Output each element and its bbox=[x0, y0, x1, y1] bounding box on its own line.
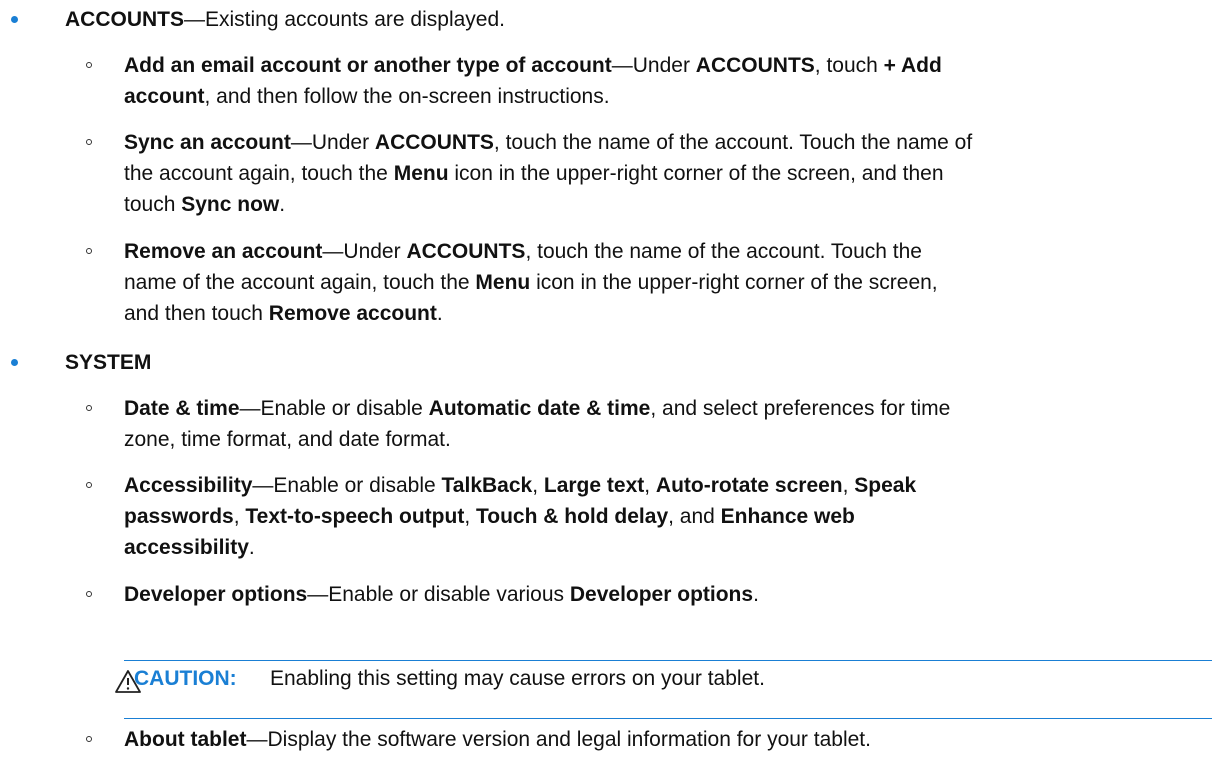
bold-run: ACCOUNTS bbox=[374, 131, 494, 154]
text-run: zone, time format, and date format. bbox=[124, 428, 451, 451]
system-title: SYSTEM bbox=[65, 351, 152, 374]
sub-bullet bbox=[86, 139, 92, 145]
accessibility-term: Accessibility bbox=[124, 474, 253, 497]
accounts-desc: —Existing accounts are displayed. bbox=[184, 8, 505, 31]
system-text: SYSTEM bbox=[65, 347, 151, 378]
text-run: and then touch bbox=[124, 302, 269, 325]
sub-bullet bbox=[86, 62, 92, 68]
sub-bullet bbox=[86, 248, 92, 254]
text-run: . bbox=[436, 302, 443, 325]
date-time-text: Date & time—Enable or disable Automatic … bbox=[124, 393, 1124, 455]
text-run: , touch the name of the account. Touch t… bbox=[493, 131, 973, 154]
sync-account-term: Sync an account bbox=[124, 131, 291, 154]
about-tablet-desc: —Display the software version and legal … bbox=[246, 728, 871, 751]
bold-run: Large text bbox=[543, 474, 645, 497]
date-time-term: Date & time bbox=[124, 397, 240, 420]
remove-account-term: Remove an account bbox=[124, 240, 323, 263]
text-run: , touch bbox=[814, 54, 884, 77]
bold-run: + Add bbox=[883, 54, 942, 77]
bold-run: account bbox=[124, 85, 205, 108]
caution-box: CAUTION: Enabling this setting may cause… bbox=[115, 660, 1212, 719]
bold-run: Automatic date & time bbox=[428, 397, 651, 420]
bold-run: Text-to-speech output bbox=[245, 505, 465, 528]
sub-bullet bbox=[86, 591, 92, 597]
text-run: icon in the upper-right corner of the sc… bbox=[448, 162, 944, 185]
text-run: —Enable or disable various bbox=[307, 583, 570, 606]
sync-account-text: Sync an account—Under ACCOUNTS, touch th… bbox=[124, 127, 1124, 220]
sub-bullet bbox=[86, 405, 92, 411]
bullet-dot bbox=[11, 16, 18, 23]
developer-options-term: Developer options bbox=[124, 583, 308, 606]
text-run: —Enable or disable bbox=[252, 474, 442, 497]
bold-run: Developer options bbox=[569, 583, 754, 606]
bold-run: ACCOUNTS bbox=[695, 54, 815, 77]
document-page: ACCOUNTS—Existing accounts are displayed… bbox=[0, 0, 1222, 758]
text-run: , and then follow the on-screen instruct… bbox=[204, 85, 610, 108]
text-run: icon in the upper-right corner of the sc… bbox=[530, 271, 938, 294]
text-run: , touch the name of the account. Touch t… bbox=[525, 240, 922, 263]
bold-run: ACCOUNTS bbox=[406, 240, 526, 263]
bold-run: accessibility bbox=[124, 536, 249, 559]
text-run: —Enable or disable bbox=[239, 397, 429, 420]
add-account-text: Add an email account or another type of … bbox=[124, 50, 1124, 112]
caution-message: Enabling this setting may cause errors o… bbox=[270, 667, 765, 690]
bold-run: Touch & hold delay bbox=[476, 505, 669, 528]
text-run: , and bbox=[668, 505, 721, 528]
remove-account-text: Remove an account—Under ACCOUNTS, touch … bbox=[124, 236, 1124, 329]
text-run: , bbox=[233, 505, 246, 528]
sub-bullet bbox=[86, 736, 92, 742]
developer-options-text: Developer options—Enable or disable vari… bbox=[124, 579, 1124, 610]
bold-run: Remove account bbox=[268, 302, 437, 325]
caution-label: CAUTION: bbox=[134, 667, 237, 690]
bold-run: Speak bbox=[854, 474, 917, 497]
text-run: , and select preferences for time bbox=[650, 397, 951, 420]
text-run: name of the account again, touch the bbox=[124, 271, 476, 294]
about-tablet-text: About tablet—Display the software versio… bbox=[124, 724, 1124, 755]
text-run: , bbox=[842, 474, 855, 497]
text-run: the account again, touch the bbox=[124, 162, 394, 185]
accessibility-text: Accessibility—Enable or disable TalkBack… bbox=[124, 470, 1124, 563]
text-run: , bbox=[644, 474, 656, 497]
text-run: , bbox=[532, 474, 544, 497]
text-run: —Under bbox=[611, 54, 696, 77]
bold-run: passwords bbox=[124, 505, 234, 528]
bold-run: Menu bbox=[393, 162, 449, 185]
bold-run: TalkBack bbox=[441, 474, 533, 497]
add-account-term: Add an email account or another type of … bbox=[124, 54, 612, 77]
bold-run: Menu bbox=[475, 271, 531, 294]
text-run: . bbox=[279, 193, 286, 216]
text-run: —Under bbox=[290, 131, 375, 154]
bold-run: Auto-rotate screen bbox=[655, 474, 843, 497]
bold-run: Enhance web bbox=[720, 505, 855, 528]
sub-bullet bbox=[86, 482, 92, 488]
text-run: —Under bbox=[322, 240, 407, 263]
bullet-dot bbox=[11, 359, 18, 366]
about-tablet-term: About tablet bbox=[124, 728, 247, 751]
accounts-text: ACCOUNTS—Existing accounts are displayed… bbox=[65, 4, 505, 35]
accounts-title: ACCOUNTS bbox=[65, 8, 184, 31]
text-run: , bbox=[464, 505, 476, 528]
text-run: touch bbox=[124, 193, 182, 216]
text-run: . bbox=[248, 536, 255, 559]
bold-run: Sync now bbox=[181, 193, 280, 216]
text-run: . bbox=[753, 583, 759, 606]
